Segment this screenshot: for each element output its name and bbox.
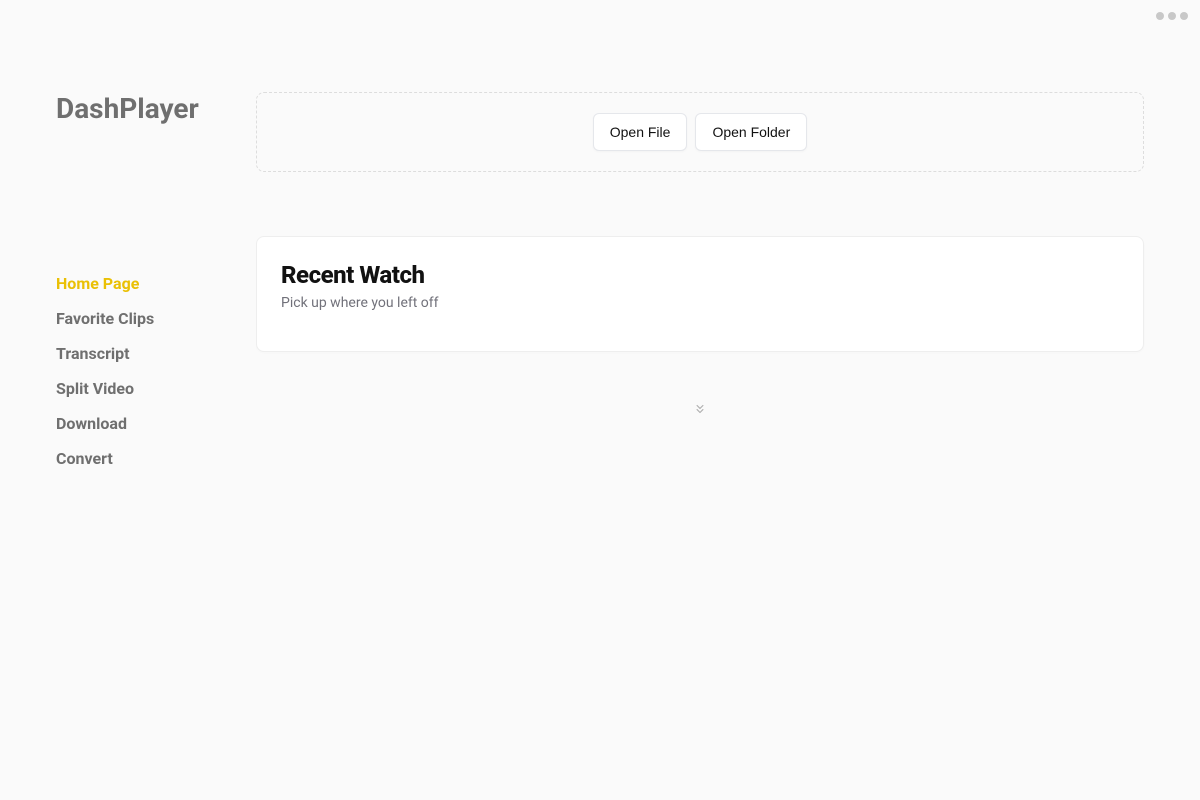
sidebar-item-transcript[interactable]: Transcript [56, 344, 240, 363]
open-file-button[interactable]: Open File [593, 113, 688, 151]
sidebar-item-home-page[interactable]: Home Page [56, 274, 240, 293]
sidebar-item-download[interactable]: Download [56, 414, 240, 433]
sidebar-item-favorite-clips[interactable]: Favorite Clips [56, 309, 240, 328]
app-title: DashPlayer [56, 92, 240, 126]
recent-watch-card: Recent Watch Pick up where you left off [256, 236, 1144, 352]
sidebar: DashPlayer Home Page Favorite Clips Tran… [0, 0, 256, 800]
main-content: Open File Open Folder Recent Watch Pick … [256, 0, 1200, 800]
window-dot[interactable] [1156, 12, 1164, 20]
file-drop-zone[interactable]: Open File Open Folder [256, 92, 1144, 172]
open-folder-button[interactable]: Open Folder [695, 113, 807, 151]
sidebar-nav: Home Page Favorite Clips Transcript Spli… [56, 274, 240, 468]
window-dot[interactable] [1180, 12, 1188, 20]
recent-watch-title: Recent Watch [281, 261, 1119, 289]
recent-watch-subtitle: Pick up where you left off [281, 295, 1119, 311]
window-dot[interactable] [1168, 12, 1176, 20]
window-controls [1152, 8, 1192, 24]
sidebar-item-split-video[interactable]: Split Video [56, 379, 240, 398]
chevrons-down-icon [693, 400, 707, 418]
expand-toggle[interactable] [256, 400, 1144, 418]
sidebar-item-convert[interactable]: Convert [56, 449, 240, 468]
